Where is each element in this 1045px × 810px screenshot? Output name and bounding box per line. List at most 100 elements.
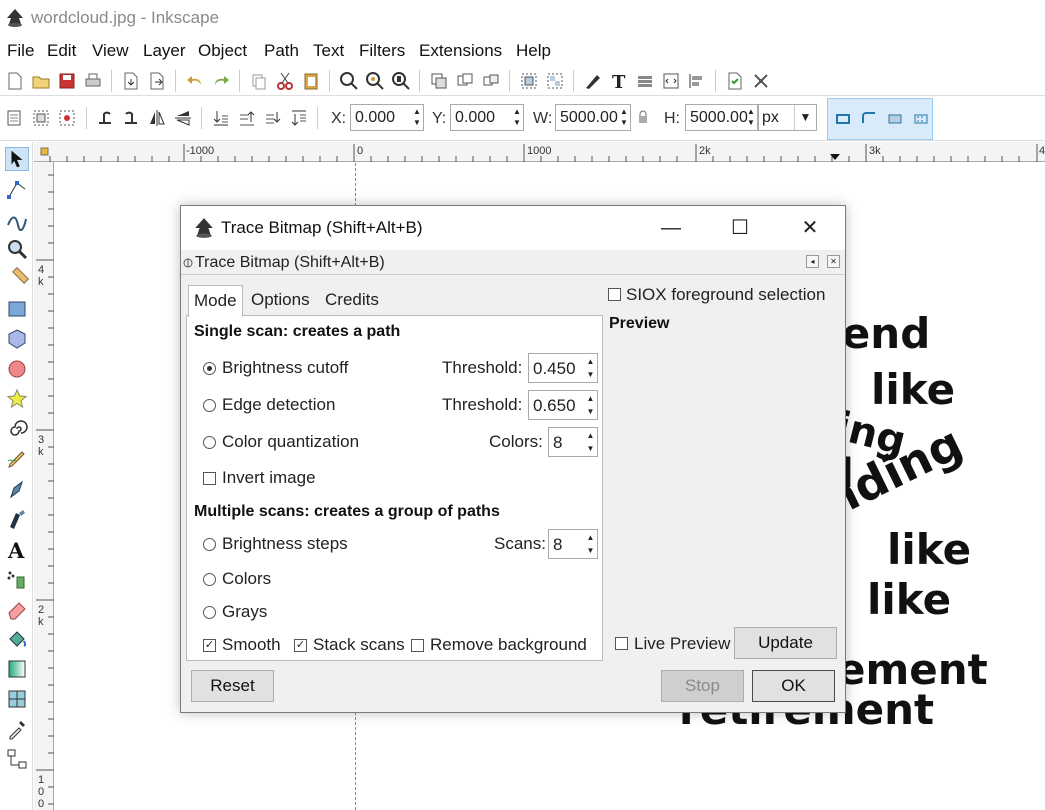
- ungroup-icon[interactable]: [545, 71, 565, 91]
- calligraphy-tool-icon[interactable]: [5, 507, 29, 531]
- colors-option-label[interactable]: Colors: [222, 569, 271, 589]
- layers-icon[interactable]: [635, 71, 655, 91]
- menu-view[interactable]: View: [92, 41, 129, 61]
- dropper-tool-icon[interactable]: [5, 717, 29, 741]
- pencil-tool-icon[interactable]: [5, 447, 29, 471]
- increment-icon[interactable]: ▲: [585, 429, 596, 442]
- raise-icon[interactable]: [237, 108, 257, 128]
- x-field[interactable]: 0.000 ▲ ▼: [350, 104, 424, 131]
- dialog-titlebar[interactable]: Trace Bitmap (Shift+Alt+B) — ☐ ✕: [181, 206, 845, 250]
- new-document-icon[interactable]: [5, 71, 25, 91]
- pen-tool-icon[interactable]: [5, 477, 29, 501]
- lower-icon[interactable]: [263, 108, 283, 128]
- menu-object[interactable]: Object: [198, 41, 247, 61]
- spiral-tool-icon[interactable]: [5, 417, 29, 441]
- paste-icon[interactable]: [301, 71, 321, 91]
- siox-checkbox[interactable]: [608, 288, 621, 301]
- print-icon[interactable]: [83, 71, 103, 91]
- brightness-steps-radio[interactable]: [203, 538, 216, 551]
- text-tool-icon[interactable]: A: [5, 537, 29, 561]
- live-preview-checkbox[interactable]: [615, 637, 628, 650]
- threshold-input[interactable]: 0.450 ▲ ▼: [528, 353, 598, 383]
- stack-scans-label[interactable]: Stack scans: [313, 635, 405, 655]
- brightness-steps-label[interactable]: Brightness steps: [222, 534, 348, 554]
- remove-background-label[interactable]: Remove background: [430, 635, 587, 655]
- close-dock-icon[interactable]: ✕: [827, 255, 840, 268]
- menu-help[interactable]: Help: [516, 41, 551, 61]
- vertical-ruler[interactable]: 4 k 3 k 2 k 1 0 0: [34, 162, 54, 810]
- menu-file[interactable]: File: [7, 41, 34, 61]
- 3d-box-tool-icon[interactable]: [5, 327, 29, 351]
- color-quantization-radio[interactable]: [203, 436, 216, 449]
- reset-button[interactable]: Reset: [191, 670, 274, 702]
- h-field[interactable]: 5000.00 ▲ ▼: [685, 104, 758, 131]
- selector-tool-icon[interactable]: [5, 147, 29, 171]
- undo-icon[interactable]: [185, 71, 205, 91]
- live-preview-label[interactable]: Live Preview: [634, 634, 730, 654]
- xml-editor-icon[interactable]: [661, 71, 681, 91]
- edge-detection-radio[interactable]: [203, 399, 216, 412]
- mesh-tool-icon[interactable]: [5, 687, 29, 711]
- increment-icon[interactable]: ▲: [585, 531, 596, 544]
- edge-detection-label[interactable]: Edge detection: [222, 395, 335, 415]
- scale-stroke-icon[interactable]: [834, 110, 852, 128]
- redo-icon[interactable]: [211, 71, 231, 91]
- smooth-label[interactable]: Smooth: [222, 635, 281, 655]
- tab-credits[interactable]: Credits: [320, 285, 384, 315]
- collapse-dock-icon[interactable]: ◂: [806, 255, 819, 268]
- export-icon[interactable]: [147, 71, 167, 91]
- tab-options[interactable]: Options: [246, 285, 315, 315]
- invert-image-checkbox[interactable]: [203, 472, 216, 485]
- zoom-page-icon[interactable]: [391, 71, 411, 91]
- menu-text[interactable]: Text: [313, 41, 344, 61]
- x-decrement-icon[interactable]: ▼: [412, 117, 422, 129]
- transform-gradient-icon[interactable]: [886, 110, 904, 128]
- decrement-icon[interactable]: ▼: [585, 405, 596, 418]
- deselect-icon[interactable]: [57, 108, 77, 128]
- decrement-icon[interactable]: ▼: [585, 442, 596, 455]
- eraser-tool-icon[interactable]: [5, 597, 29, 621]
- decrement-icon[interactable]: ▼: [585, 544, 596, 557]
- open-folder-icon[interactable]: [31, 71, 51, 91]
- close-button[interactable]: ✕: [787, 212, 833, 244]
- brightness-cutoff-label[interactable]: Brightness cutoff: [222, 358, 348, 378]
- connector-tool-icon[interactable]: [5, 747, 29, 771]
- scans-input[interactable]: 8 ▲ ▼: [548, 529, 598, 559]
- star-tool-icon[interactable]: [5, 387, 29, 411]
- minimize-button[interactable]: —: [648, 212, 694, 244]
- ellipse-tool-icon[interactable]: [5, 357, 29, 381]
- flip-horizontal-icon[interactable]: [147, 108, 167, 128]
- zoom-selection-icon[interactable]: [339, 71, 359, 91]
- brightness-cutoff-radio[interactable]: [203, 362, 216, 375]
- grays-radio[interactable]: [203, 606, 216, 619]
- rotate-ccw-icon[interactable]: [95, 108, 115, 128]
- clone-icon[interactable]: [455, 71, 475, 91]
- rotate-cw-icon[interactable]: [121, 108, 141, 128]
- preferences-icon[interactable]: [751, 71, 771, 91]
- align-distribute-icon[interactable]: [687, 71, 707, 91]
- scale-corners-icon[interactable]: [860, 110, 878, 128]
- siox-label[interactable]: SIOX foreground selection: [626, 285, 825, 305]
- lock-ratio-icon[interactable]: [636, 109, 650, 125]
- maximize-button[interactable]: ☐: [717, 212, 763, 244]
- invert-image-label[interactable]: Invert image: [222, 468, 316, 488]
- update-button[interactable]: Update: [734, 627, 837, 659]
- w-decrement-icon[interactable]: ▼: [619, 117, 629, 129]
- stop-button[interactable]: Stop: [661, 670, 744, 702]
- measure-tool-icon[interactable]: [5, 267, 29, 291]
- group-icon[interactable]: [519, 71, 539, 91]
- colors-radio[interactable]: [203, 573, 216, 586]
- color-quantization-label[interactable]: Color quantization: [222, 432, 359, 452]
- increment-icon[interactable]: ▲: [585, 392, 596, 405]
- menu-extensions[interactable]: Extensions: [419, 41, 502, 61]
- tab-mode[interactable]: Mode: [188, 285, 243, 317]
- lower-to-bottom-icon[interactable]: [289, 108, 309, 128]
- transform-pattern-icon[interactable]: [912, 110, 930, 128]
- menu-path[interactable]: Path: [264, 41, 299, 61]
- duplicate-icon[interactable]: [429, 71, 449, 91]
- y-field[interactable]: 0.000 ▲ ▼: [450, 104, 524, 131]
- remove-background-checkbox[interactable]: [411, 639, 424, 652]
- menu-edit[interactable]: Edit: [47, 41, 76, 61]
- copy-icon[interactable]: [249, 71, 269, 91]
- tweak-tool-icon[interactable]: [5, 207, 29, 231]
